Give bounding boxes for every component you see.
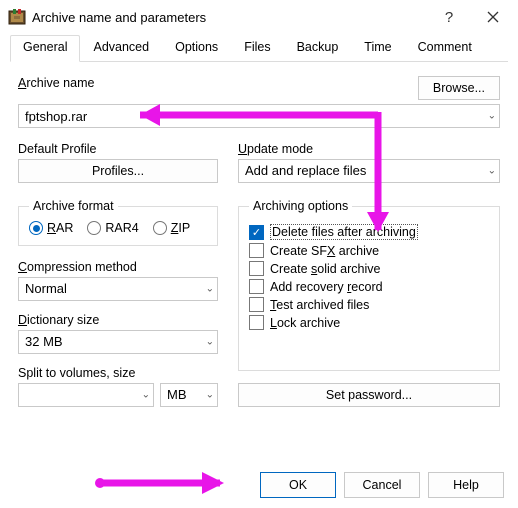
archiving-options-legend: Archiving options <box>249 199 352 213</box>
archiving-options-fieldset: Archiving options ✓Delete files after ar… <box>238 199 500 371</box>
chk-test[interactable]: Test archived files <box>249 297 489 312</box>
checkbox-icon: ✓ <box>249 225 264 240</box>
dictionary-label: Dictionary size <box>18 313 218 327</box>
archive-name-input[interactable] <box>18 104 500 128</box>
radio-dot-icon <box>29 221 43 235</box>
dialog-footer: OK Cancel Help <box>260 472 504 498</box>
split-size-combo[interactable]: ⌄ <box>18 383 154 407</box>
tab-comment[interactable]: Comment <box>405 35 485 62</box>
chk-sfx[interactable]: Create SFX archive <box>249 243 489 258</box>
browse-button[interactable]: Browse... <box>418 76 500 100</box>
tab-time[interactable]: Time <box>351 35 404 62</box>
archive-name-label: Archive name <box>18 76 94 90</box>
window-title: Archive name and parameters <box>32 10 426 25</box>
compression-combo[interactable]: Normal ⌄ <box>18 277 218 301</box>
split-unit-combo[interactable]: MB ⌄ <box>160 383 218 407</box>
radio-rar[interactable]: RAR <box>29 221 73 235</box>
split-size-input[interactable] <box>18 383 154 407</box>
chk-solid[interactable]: Create solid archive <box>249 261 489 276</box>
archive-name-combo[interactable]: ⌄ <box>18 104 500 128</box>
update-mode-combo[interactable]: Add and replace files ⌄ <box>238 159 500 183</box>
dictionary-combo[interactable]: 32 MB ⌄ <box>18 330 218 354</box>
close-button[interactable] <box>472 2 514 32</box>
radio-dot-icon <box>87 221 101 235</box>
help-button[interactable]: Help <box>428 472 504 498</box>
tab-options[interactable]: Options <box>162 35 231 62</box>
help-title-button[interactable]: ? <box>432 2 466 32</box>
tab-backup[interactable]: Backup <box>284 35 352 62</box>
tab-files[interactable]: Files <box>231 35 283 62</box>
checkbox-icon <box>249 261 264 276</box>
cancel-button[interactable]: Cancel <box>344 472 420 498</box>
tab-advanced[interactable]: Advanced <box>80 35 162 62</box>
tab-panel-general: Archive name Browse... ⌄ Default Profile… <box>0 62 518 417</box>
archive-format-legend: Archive format <box>29 199 118 213</box>
tab-general[interactable]: General <box>10 35 80 62</box>
chk-lock[interactable]: Lock archive <box>249 315 489 330</box>
checkbox-icon <box>249 279 264 294</box>
update-mode-label: Update mode <box>238 142 500 156</box>
chk-recovery[interactable]: Add recovery record <box>249 279 489 294</box>
compression-label: Compression method <box>18 260 218 274</box>
radio-dot-icon <box>153 221 167 235</box>
titlebar: Archive name and parameters ? <box>0 0 518 34</box>
radio-rar4[interactable]: RAR4 <box>87 221 138 235</box>
ok-button[interactable]: OK <box>260 472 336 498</box>
profiles-button[interactable]: Profiles... <box>18 159 218 183</box>
tab-strip: General Advanced Options Files Backup Ti… <box>10 34 508 62</box>
dialog-window: Archive name and parameters ? General Ad… <box>0 0 518 508</box>
split-label: Split to volumes, size <box>18 366 218 380</box>
app-icon <box>8 8 26 26</box>
archive-format-fieldset: Archive format RAR RAR4 ZIP <box>18 199 218 246</box>
radio-zip[interactable]: ZIP <box>153 221 190 235</box>
checkbox-icon <box>249 297 264 312</box>
chk-delete-files[interactable]: ✓Delete files after archiving <box>249 224 489 240</box>
checkbox-icon <box>249 315 264 330</box>
default-profile-label: Default Profile <box>18 142 218 156</box>
checkbox-icon <box>249 243 264 258</box>
set-password-button[interactable]: Set password... <box>238 383 500 407</box>
